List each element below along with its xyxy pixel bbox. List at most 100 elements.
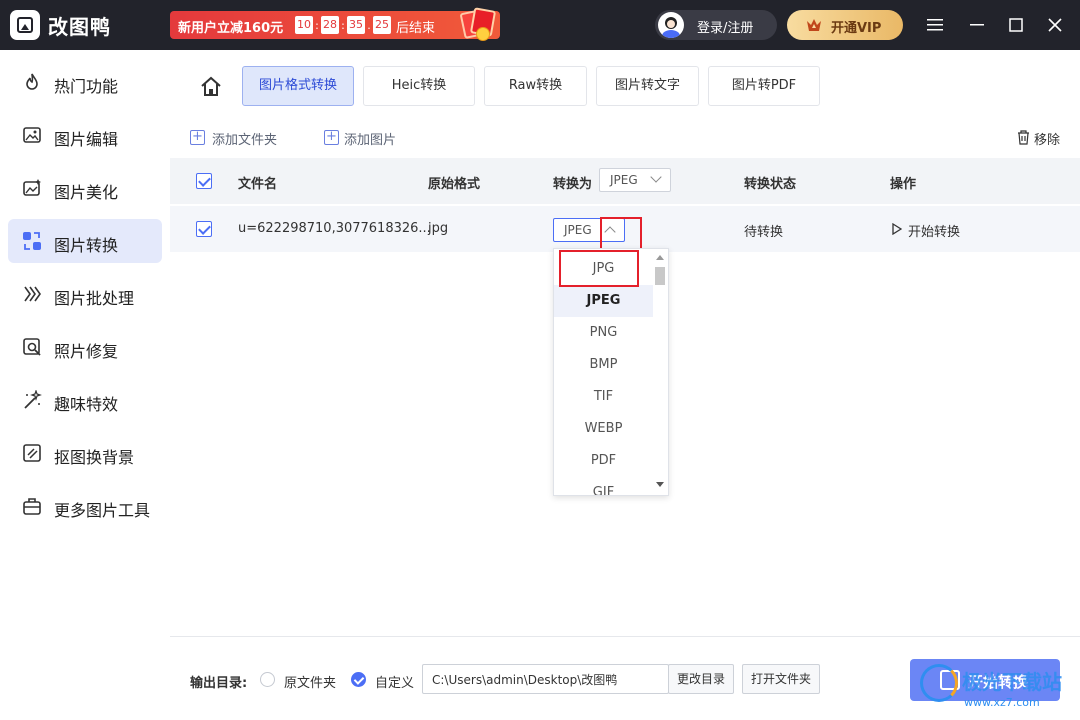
open-folder-button[interactable]: 打开文件夹: [742, 664, 820, 694]
option-gif[interactable]: GIF: [554, 477, 653, 495]
promo-banner[interactable]: 新用户立减160元 10: 28: 35. 25 后结束: [170, 7, 500, 41]
timer-seconds: 35: [347, 16, 365, 34]
minimize-icon[interactable]: [964, 12, 990, 38]
add-folder-button[interactable]: + 添加文件夹: [190, 129, 290, 148]
header-filename: 文件名: [238, 177, 278, 192]
play-icon: [892, 223, 902, 235]
sidebar-item-image-convert[interactable]: 图片转换: [8, 219, 162, 263]
scroll-down-icon[interactable]: [656, 482, 664, 487]
watermark-logo-icon: [920, 664, 958, 702]
sidebar-item-label: 更多图片工具: [54, 501, 151, 520]
batch-icon: [24, 286, 41, 302]
add-folder-label: 添加文件夹: [212, 133, 278, 148]
image-edit-icon: [23, 127, 41, 143]
add-image-icon: +: [324, 130, 339, 145]
cutout-icon: [23, 444, 41, 462]
radio-original-folder[interactable]: [260, 672, 275, 687]
output-dir-label: 输出目录:: [190, 676, 248, 691]
sidebar-item-label: 图片美化: [54, 183, 119, 202]
watermark: 极光下载站 www.xz7.com: [920, 660, 1080, 720]
sidebar-item-label: 图片批处理: [54, 289, 135, 308]
login-label: 登录/注册: [697, 21, 754, 36]
sidebar-item-hot[interactable]: 热门功能: [8, 60, 162, 104]
watermark-url: www.xz7.com: [964, 696, 1040, 709]
header-status: 转换状态: [744, 177, 797, 192]
red-envelope-icon: [459, 7, 497, 41]
maximize-icon[interactable]: [1003, 12, 1029, 38]
header-orig-format: 原始格式: [428, 177, 481, 192]
tab-image-to-pdf[interactable]: 图片转PDF: [708, 66, 820, 106]
photo-repair-icon: [23, 338, 41, 356]
radio-custom-label: 自定义: [375, 676, 415, 691]
row-format-value: JPEG: [564, 223, 592, 237]
dropdown-scrollbar[interactable]: [654, 253, 666, 493]
tab-format-convert[interactable]: 图片格式转换: [242, 66, 354, 106]
app-logo-icon: [10, 10, 40, 40]
trash-icon: [1018, 130, 1029, 145]
vip-label: 开通VIP: [831, 21, 882, 36]
promo-end-text: 后结束: [396, 21, 436, 36]
close-icon[interactable]: [1042, 12, 1068, 38]
sidebar-item-photo-repair[interactable]: 照片修复: [8, 325, 162, 369]
option-webp[interactable]: WEBP: [554, 413, 653, 445]
option-pdf[interactable]: PDF: [554, 445, 653, 477]
row-orig-format: jpg: [428, 221, 449, 236]
add-image-button[interactable]: + 添加图片: [324, 129, 414, 148]
add-folder-icon: +: [190, 130, 205, 145]
tab-image-to-text[interactable]: 图片转文字: [596, 66, 699, 106]
app-title: 改图鸭: [48, 15, 111, 39]
avatar: [658, 12, 684, 38]
option-tif[interactable]: TIF: [554, 381, 653, 413]
timer-fraction: 25: [373, 16, 391, 34]
promo-text: 新用户立减160元: [178, 21, 284, 36]
tab-heic-convert[interactable]: Heic转换: [363, 66, 475, 106]
select-all-checkbox[interactable]: [196, 173, 212, 189]
timer-hours: 10: [295, 16, 313, 34]
login-button[interactable]: 登录/注册: [655, 10, 777, 40]
sidebar: 热门功能 图片编辑 图片美化 图片转换 图片批处理 照片修复 趣味特效 抠图换背…: [0, 50, 170, 720]
sidebar-item-label: 图片转换: [54, 236, 119, 255]
vip-button[interactable]: 开通VIP: [787, 10, 903, 40]
toolbox-icon: [23, 498, 41, 515]
sidebar-item-fun-effects[interactable]: 趣味特效: [8, 378, 162, 422]
output-path-input[interactable]: [422, 664, 669, 694]
header-convert-to: 转换为: [553, 177, 593, 192]
tab-raw-convert[interactable]: Raw转换: [484, 66, 587, 106]
main-panel: 图片格式转换 Heic转换 Raw转换 图片转文字 图片转PDF + 添加文件夹…: [170, 50, 1080, 720]
menu-icon[interactable]: [922, 12, 948, 38]
countdown-timer: 10: 28: 35. 25: [295, 16, 391, 34]
highlight-box-jpg: [559, 250, 639, 287]
batch-format-value: JPEG: [610, 173, 638, 187]
sidebar-item-label: 图片编辑: [54, 130, 119, 149]
watermark-text: 极光下载站: [962, 670, 1062, 694]
radio-custom[interactable]: [351, 672, 366, 687]
table-header: 文件名 原始格式 转换为 JPEG 转换状态 操作: [170, 158, 1080, 204]
sidebar-item-label: 抠图换背景: [54, 448, 135, 467]
option-png[interactable]: PNG: [554, 317, 653, 349]
flame-icon: [26, 73, 38, 90]
title-bar: 改图鸭 新用户立减160元 10: 28: 35. 25 后结束 登录/注册 开…: [0, 0, 1080, 50]
crown-icon: [807, 19, 821, 31]
sidebar-item-label: 照片修复: [54, 342, 119, 361]
sidebar-item-cutout[interactable]: 抠图换背景: [8, 431, 162, 475]
image-convert-icon: [23, 232, 41, 250]
sidebar-item-image-beautify[interactable]: 图片美化: [8, 166, 162, 210]
option-bmp[interactable]: BMP: [554, 349, 653, 381]
option-jpeg[interactable]: JPEG: [554, 285, 653, 317]
sidebar-item-image-edit[interactable]: 图片编辑: [8, 113, 162, 157]
scroll-thumb[interactable]: [655, 267, 665, 285]
timer-minutes: 28: [321, 16, 339, 34]
chevron-down-icon: [650, 171, 662, 183]
image-beautify-icon: [23, 179, 41, 196]
header-action: 操作: [890, 177, 917, 192]
batch-format-select[interactable]: JPEG: [599, 168, 671, 192]
sidebar-item-label: 趣味特效: [54, 395, 119, 414]
start-convert-button[interactable]: 开始转换: [892, 221, 982, 240]
remove-label: 移除: [1034, 133, 1061, 148]
row-checkbox[interactable]: [196, 221, 212, 237]
change-dir-button[interactable]: 更改目录: [668, 664, 734, 694]
sidebar-item-batch[interactable]: 图片批处理: [8, 272, 162, 316]
sidebar-item-more-tools[interactable]: 更多图片工具: [8, 484, 162, 528]
home-button[interactable]: [198, 74, 224, 100]
scroll-up-icon[interactable]: [656, 255, 664, 260]
